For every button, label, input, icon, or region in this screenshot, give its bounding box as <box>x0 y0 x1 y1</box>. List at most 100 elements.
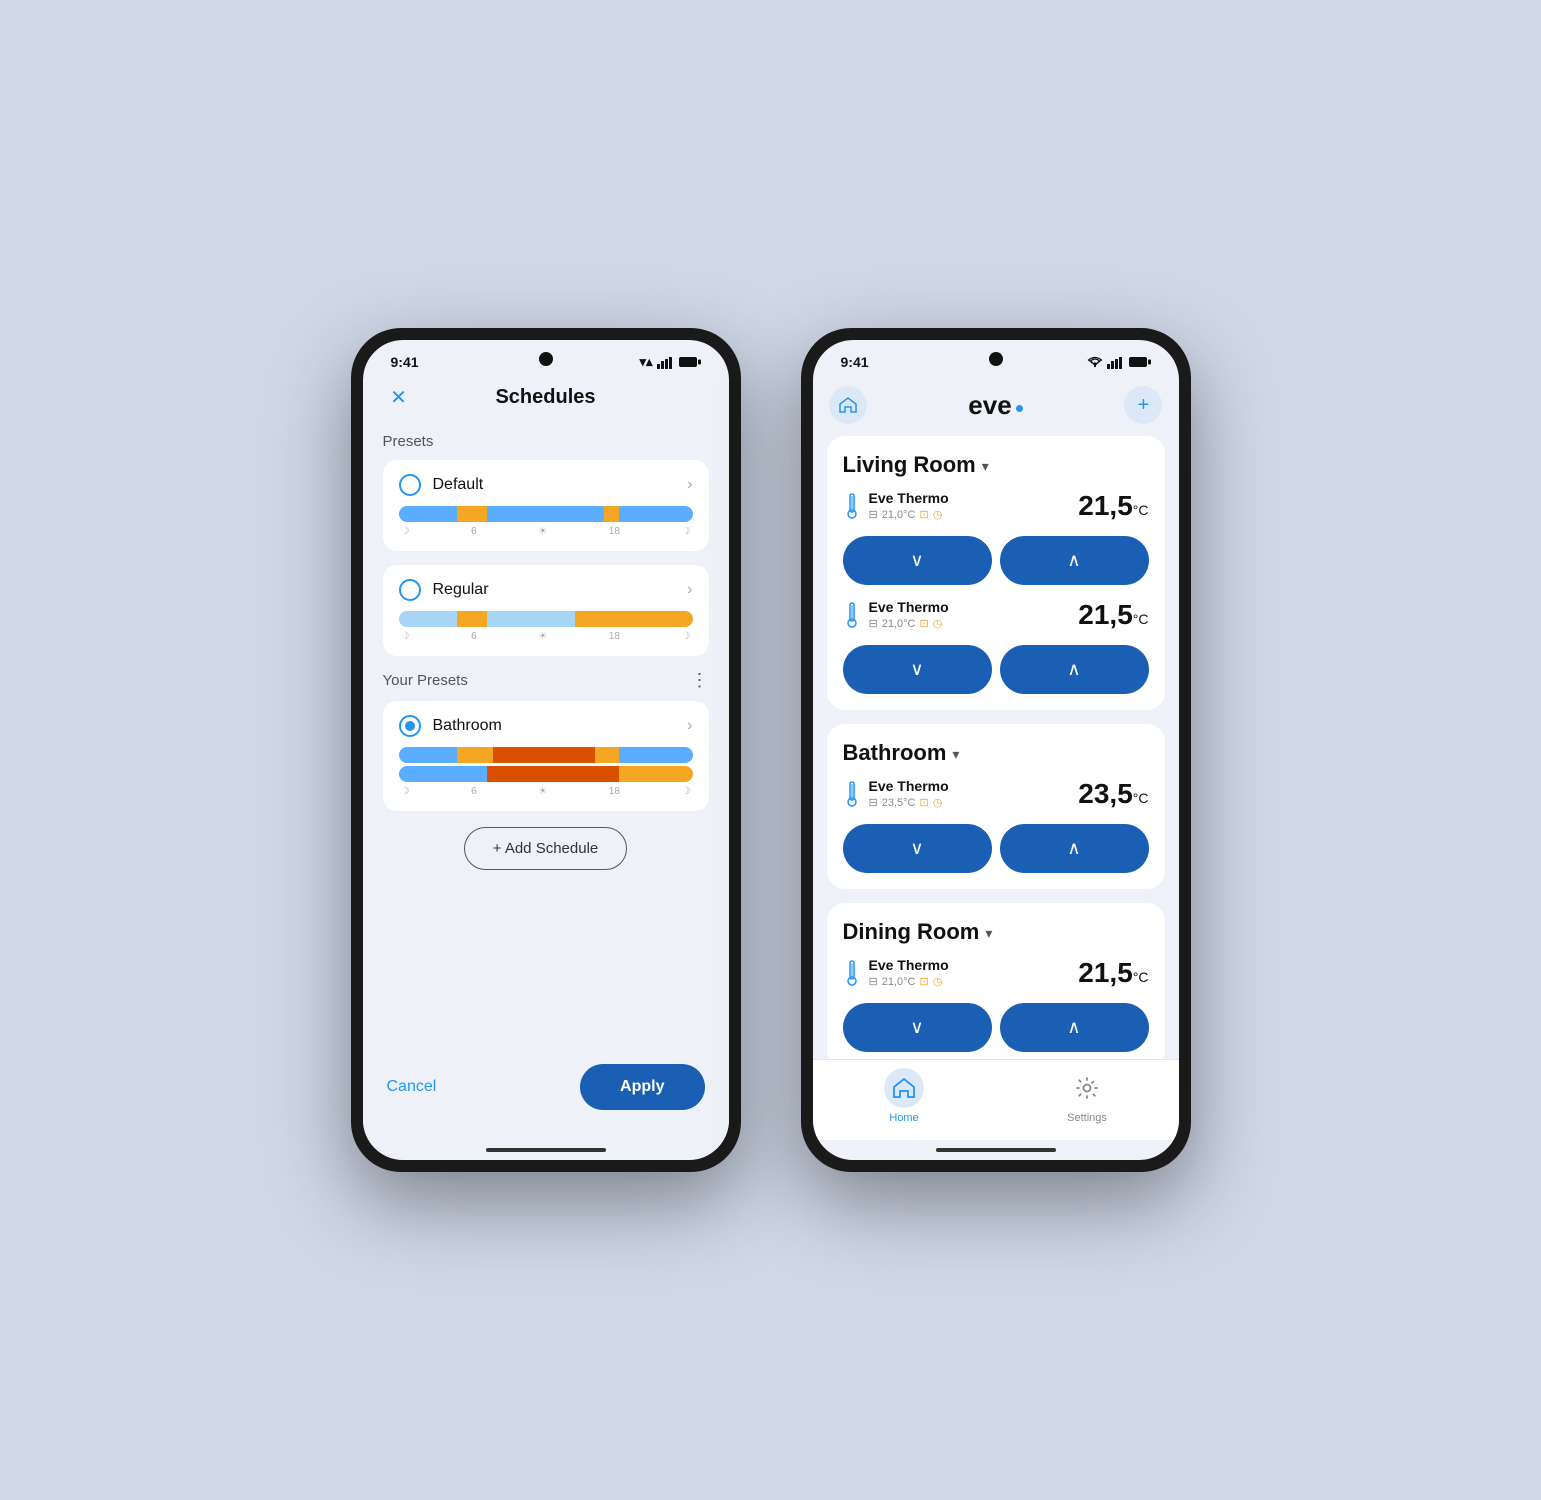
bathroom-preset-item[interactable]: Bathroom › <box>383 701 709 811</box>
bathroom-preset-name: Bathroom <box>433 717 676 735</box>
schedules-footer: Cancel Apply <box>363 1048 729 1140</box>
bath-device-name: Eve Thermo <box>869 778 1079 794</box>
cancel-button[interactable]: Cancel <box>387 1078 437 1096</box>
bar-seg <box>487 766 619 782</box>
bathroom-chevron[interactable]: ▾ <box>952 746 959 763</box>
schedules-title: Schedules <box>495 386 595 409</box>
device-name-2: Eve Thermo <box>869 599 1079 615</box>
increase-button-bath[interactable]: ∧ <box>1000 824 1149 873</box>
apply-button[interactable]: Apply <box>580 1064 704 1110</box>
signal-icon <box>657 356 675 369</box>
bar-seg <box>595 747 619 763</box>
eve-logo-dot <box>1016 405 1023 412</box>
bathroom-radio-inner <box>405 721 415 731</box>
device-status-2: ⊟ 21,0°C ⊡ ◷ <box>869 617 1079 630</box>
schedules-header: ✕ Schedules <box>363 378 729 425</box>
eve-add-button[interactable]: + <box>1124 386 1162 424</box>
your-presets-header: Your Presets ⋮ <box>383 670 709 691</box>
tab-bar: Home Settings <box>813 1059 1179 1140</box>
eve-content: Living Room ▾ Eve Thermo <box>813 436 1179 1059</box>
living-room-card: Living Room ▾ Eve Thermo <box>827 436 1165 710</box>
home-indicator-bar <box>486 1148 606 1152</box>
living-room-name: Living Room <box>843 452 976 478</box>
bath-device-status: ⊟ 23,5°C ⊡ ◷ <box>869 796 1079 809</box>
home-tab-icon <box>884 1068 924 1108</box>
decrease-button-1[interactable]: ∨ <box>843 536 992 585</box>
add-schedule-button[interactable]: + Add Schedule <box>464 827 628 870</box>
device-temp-2: 21,5°C <box>1078 599 1148 631</box>
bar-labels: ☽ 6 ☀ 18 ☽ <box>399 526 693 537</box>
your-presets-label: Your Presets <box>383 672 468 689</box>
control-buttons-1: ∨ ∧ <box>843 536 1149 585</box>
tab-home[interactable]: Home <box>813 1068 996 1124</box>
dining-device-status: ⊟ 21,0°C ⊡ ◷ <box>869 975 1079 988</box>
settings-tab-icon <box>1067 1068 1107 1108</box>
settings-tab-label: Settings <box>1067 1112 1107 1124</box>
bathroom-radio[interactable] <box>399 715 421 737</box>
bar-seg <box>487 611 575 627</box>
battery-icon <box>679 356 701 368</box>
bar-seg <box>619 747 693 763</box>
eve-app-header: eve + <box>813 378 1179 436</box>
wifi-icon: ▾▴ <box>639 354 652 370</box>
bar-seg <box>604 506 619 522</box>
device-status-1: ⊟ 21,0°C ⊡ ◷ <box>869 508 1079 521</box>
bathroom-name: Bathroom <box>843 740 947 766</box>
status-icons-eve <box>1087 356 1151 369</box>
bathroom-chevron: › <box>687 717 692 735</box>
increase-button-dining[interactable]: ∧ <box>1000 1003 1149 1052</box>
default-preset-name: Default <box>433 476 676 494</box>
schedules-phone: 9:41 ▾▴ ✕ Schedules <box>351 328 741 1172</box>
default-chevron: › <box>687 476 692 494</box>
regular-radio[interactable] <box>399 579 421 601</box>
bar-seg <box>619 506 693 522</box>
wifi-icon-eve <box>1087 356 1103 368</box>
living-room-device-1: Eve Thermo ⊟ 21,0°C ⊡ ◷ 21,5°C <box>843 490 1149 526</box>
decrease-button-dining[interactable]: ∨ <box>843 1003 992 1052</box>
presets-section-label: Presets <box>383 433 709 450</box>
living-room-chevron[interactable]: ▾ <box>982 458 989 475</box>
thermometer-icon-bath <box>843 780 861 814</box>
bathroom-header: Bathroom ▾ <box>843 740 1149 766</box>
bath-device-info: Eve Thermo ⊟ 23,5°C ⊡ ◷ <box>869 778 1079 809</box>
dining-device-info: Eve Thermo ⊟ 21,0°C ⊡ ◷ <box>869 957 1079 988</box>
bar-seg <box>457 611 486 627</box>
increase-button-2[interactable]: ∧ <box>1000 645 1149 694</box>
bathroom-device-1: Eve Thermo ⊟ 23,5°C ⊡ ◷ 23,5°C <box>843 778 1149 814</box>
bar-seg <box>399 747 458 763</box>
bar-seg <box>399 611 458 627</box>
living-room-header: Living Room ▾ <box>843 452 1149 478</box>
control-buttons-bath: ∨ ∧ <box>843 824 1149 873</box>
schedules-content: Presets Default › <box>363 425 729 1048</box>
tab-settings[interactable]: Settings <box>996 1068 1179 1124</box>
thermometer-icon-2 <box>843 601 861 635</box>
dining-room-header: Dining Room ▾ <box>843 919 1149 945</box>
decrease-button-2[interactable]: ∨ <box>843 645 992 694</box>
bar-labels: ☽ 6 ☀ 18 ☽ <box>399 631 693 642</box>
time-display-eve: 9:41 <box>841 354 869 370</box>
home-indicator-eve <box>813 1140 1179 1160</box>
camera-notch <box>989 352 1003 366</box>
decrease-button-bath[interactable]: ∨ <box>843 824 992 873</box>
device-temp-1: 21,5°C <box>1078 490 1148 522</box>
increase-button-1[interactable]: ∧ <box>1000 536 1149 585</box>
dining-device-temp: 21,5°C <box>1078 957 1148 989</box>
regular-chevron: › <box>687 581 692 599</box>
bar-seg <box>399 766 487 782</box>
home-indicator <box>363 1140 729 1160</box>
time-display: 9:41 <box>391 354 419 370</box>
presets-menu-button[interactable]: ⋮ <box>691 670 709 691</box>
close-button[interactable]: ✕ <box>383 382 415 414</box>
regular-preset-name: Regular <box>433 581 676 599</box>
dining-room-card: Dining Room ▾ Eve Thermo ⊟ <box>827 903 1165 1059</box>
default-radio[interactable] <box>399 474 421 496</box>
regular-preset-item[interactable]: Regular › ☽ 6 ☀ 18 <box>383 565 709 656</box>
thermometer-icon-dining <box>843 959 861 993</box>
bar-seg <box>493 747 596 763</box>
dining-room-name: Dining Room <box>843 919 980 945</box>
default-preset-item[interactable]: Default › ☽ 6 ☀ 18 <box>383 460 709 551</box>
eve-home-button[interactable] <box>829 386 867 424</box>
signal-icon-eve <box>1107 356 1125 369</box>
bathroom-schedule-bar: ☽ 6 ☀ 18 ☽ <box>399 747 693 797</box>
dining-room-chevron[interactable]: ▾ <box>985 925 992 942</box>
